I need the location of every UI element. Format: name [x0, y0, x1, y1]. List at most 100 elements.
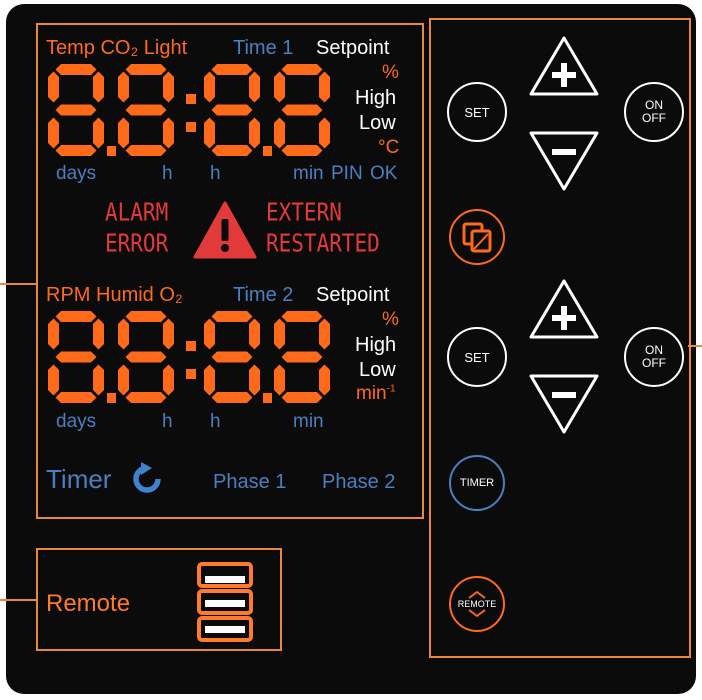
segment-f: [204, 318, 215, 350]
set-button-1-label: SET: [464, 104, 490, 120]
setpoint1-label: Setpoint: [316, 37, 390, 59]
segment-f: [118, 318, 129, 350]
restarted-label: RESTARTED: [266, 228, 380, 258]
segment-c: [93, 117, 104, 149]
segment-a: [55, 64, 97, 75]
remote-button-label: REMOTE: [457, 599, 497, 609]
colon-dot: [186, 122, 196, 132]
segment-e: [274, 364, 285, 396]
segment-f: [48, 71, 59, 103]
segment-b: [93, 318, 104, 350]
seven-segment-display-1: [48, 64, 330, 156]
segment-g: [211, 351, 253, 363]
scale1-pin: PIN: [331, 163, 363, 184]
set-button-2-label: SET: [464, 349, 490, 365]
leader-line-display: [0, 283, 38, 285]
mode-o2: O₂: [159, 284, 183, 306]
segment-c: [249, 364, 260, 396]
segment-e: [48, 117, 59, 149]
segment-d: [55, 145, 97, 156]
segment-g: [55, 104, 97, 116]
segment-g: [55, 351, 97, 363]
unit2-rpm-exp: -1: [386, 383, 396, 395]
colon-dot: [186, 94, 196, 104]
mode-rpm: RPM: [46, 284, 91, 306]
decimal-point: [107, 393, 116, 403]
segment-e: [204, 364, 215, 396]
set-button-2[interactable]: SET: [447, 327, 507, 387]
plus-triangle-icon[interactable]: [528, 278, 600, 340]
segment-d: [125, 145, 167, 156]
colon-dot: [186, 369, 196, 379]
segment-a: [125, 311, 167, 322]
mode-co2: CO₂: [100, 37, 139, 59]
scale1-ok: OK: [370, 163, 398, 184]
segment-g: [125, 351, 167, 363]
segment-g: [281, 104, 323, 116]
colon-dot: [186, 341, 196, 351]
segment-g: [125, 104, 167, 116]
onoff-button-1[interactable]: ON OFF: [624, 82, 684, 142]
decimal-point: [107, 146, 116, 156]
remote-button[interactable]: REMOTE: [449, 576, 505, 632]
unit2-percent: %: [382, 309, 399, 330]
segment-b: [163, 71, 174, 103]
segment-f: [204, 71, 215, 103]
error-label: ERROR: [105, 228, 169, 258]
segment-b: [93, 71, 104, 103]
segment-c: [163, 117, 174, 149]
segment-c: [319, 364, 330, 396]
timer-button-label: TIMER: [459, 477, 495, 489]
segment-a: [211, 311, 253, 322]
mode-temp: Temp: [46, 37, 95, 59]
alarm-label: ALARM: [105, 197, 169, 227]
timer-button[interactable]: TIMER: [449, 455, 505, 511]
segment-b: [249, 318, 260, 350]
segment-e: [118, 117, 129, 149]
stacked-layers-icon: [197, 562, 253, 642]
segment-f: [274, 318, 285, 350]
unit2-low: Low: [359, 359, 396, 381]
unit1-celsius: °C: [378, 137, 400, 158]
set-button-1[interactable]: SET: [447, 82, 507, 142]
minus-triangle-icon[interactable]: [528, 130, 600, 192]
onoff-button-1-off: OFF: [642, 111, 666, 125]
onoff-button-2[interactable]: ON OFF: [624, 327, 684, 387]
decimal-point: [263, 146, 272, 156]
time2-label: Time 2: [233, 284, 294, 306]
segment-d: [211, 145, 253, 156]
unit1-percent: %: [382, 62, 399, 83]
segment-a: [281, 64, 323, 75]
segment-c: [163, 364, 174, 396]
segment-c: [249, 117, 260, 149]
segment-c: [93, 364, 104, 396]
segment-e: [274, 117, 285, 149]
unit1-high: High: [355, 87, 397, 109]
segment-e: [204, 117, 215, 149]
unit2-rpm-min: min: [356, 383, 387, 404]
plus-triangle-icon[interactable]: [528, 35, 600, 97]
unit1-low: Low: [359, 112, 396, 134]
remote-label: Remote: [46, 590, 131, 617]
minus-triangle-icon[interactable]: [528, 373, 600, 435]
segment-f: [274, 71, 285, 103]
segment-b: [249, 71, 260, 103]
copy-button[interactable]: [449, 209, 505, 265]
segment-c: [319, 117, 330, 149]
segment-f: [48, 318, 59, 350]
segment-d: [281, 392, 323, 403]
leader-line-remote: [0, 599, 38, 601]
segment-d: [281, 145, 323, 156]
phase1-label: Phase 1: [213, 471, 287, 493]
segment-d: [211, 392, 253, 403]
scale2-days: days: [56, 411, 97, 432]
mode-humid: Humid: [96, 284, 154, 306]
seven-segment-display-2: [48, 311, 330, 403]
segment-b: [319, 318, 330, 350]
segment-f: [118, 71, 129, 103]
scale2-h1: h: [162, 411, 173, 432]
segment-d: [55, 392, 97, 403]
mode-light: Light: [143, 37, 188, 59]
scale1-min: min: [293, 163, 324, 184]
timer-label: Timer: [46, 464, 112, 494]
